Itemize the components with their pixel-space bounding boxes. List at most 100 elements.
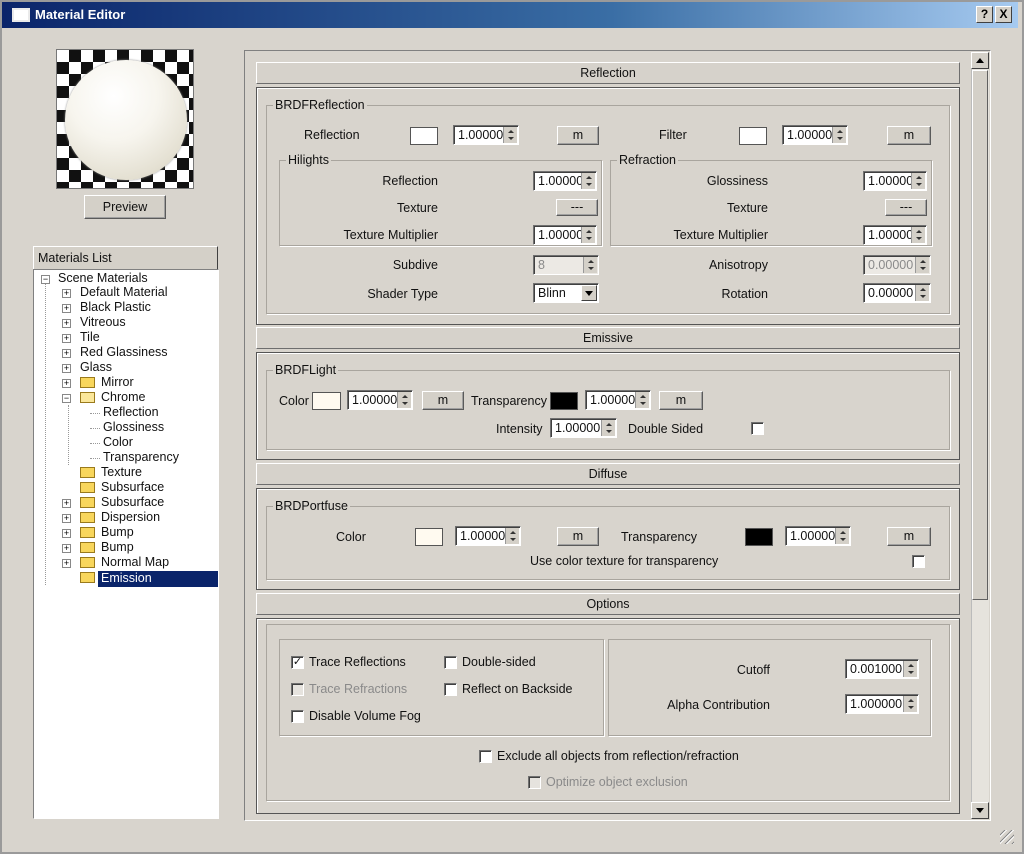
- emissive-section-header[interactable]: Emissive: [256, 327, 960, 349]
- tree-item-texture[interactable]: Texture: [101, 465, 142, 480]
- subdivs-spinner[interactable]: 8: [533, 255, 599, 275]
- diffuse-color-swatch[interactable]: [415, 528, 443, 546]
- tree-item-red-glassiness[interactable]: Red Glassiness: [80, 345, 168, 360]
- use-color-texture-checkbox[interactable]: [912, 555, 925, 568]
- double-sided-checkbox[interactable]: [751, 422, 764, 435]
- hilights-reflection-spinner[interactable]: 1.00000: [533, 171, 597, 191]
- expand-icon[interactable]: +: [62, 364, 71, 373]
- intensity-label: Intensity: [496, 422, 543, 436]
- reflection-section-header[interactable]: Reflection: [256, 62, 960, 84]
- hilights-texture-button[interactable]: ---: [556, 199, 598, 216]
- diffuse-transparency-map-button[interactable]: m: [887, 527, 931, 546]
- expand-icon[interactable]: +: [62, 349, 71, 358]
- reflection-amount-spinner[interactable]: 1.00000: [453, 125, 519, 145]
- diffuse-transparency-label: Transparency: [621, 530, 697, 544]
- diffuse-color-map-button[interactable]: m: [557, 527, 599, 546]
- exclude-objects-checkbox[interactable]: [479, 750, 492, 763]
- expand-icon[interactable]: +: [62, 559, 71, 568]
- expand-icon[interactable]: +: [62, 379, 71, 388]
- tree-item-black-plastic[interactable]: Black Plastic: [80, 300, 151, 315]
- emissive-color-swatch[interactable]: [312, 392, 341, 410]
- diffuse-section-header[interactable]: Diffuse: [256, 463, 960, 485]
- intensity-spinner[interactable]: 1.00000: [550, 418, 617, 438]
- chevron-down-icon[interactable]: [581, 285, 597, 301]
- diffuse-transparency-spinner[interactable]: 1.00000: [785, 526, 851, 546]
- tree-item-tile[interactable]: Tile: [80, 330, 100, 345]
- alpha-contribution-spinner[interactable]: 1.000000: [845, 694, 919, 714]
- refraction-multiplier-spinner[interactable]: 1.00000: [863, 225, 927, 245]
- diffuse-transparency-swatch[interactable]: [745, 528, 773, 546]
- resize-grip-icon[interactable]: [1000, 830, 1014, 844]
- rotation-spinner[interactable]: 0.00000: [863, 283, 931, 303]
- help-button[interactable]: ?: [976, 6, 993, 23]
- refraction-multiplier-label: Texture Multiplier: [673, 228, 768, 242]
- expand-icon[interactable]: +: [62, 289, 71, 298]
- tree-item-emission-selected[interactable]: Emission: [98, 571, 218, 587]
- optimize-exclusion-label: Optimize object exclusion: [546, 775, 688, 789]
- folder-icon: [80, 497, 95, 508]
- tree-item-subsurface[interactable]: Subsurface: [101, 480, 164, 495]
- tree-item-default-material[interactable]: Default Material: [80, 285, 168, 300]
- tree-item-transparency[interactable]: Transparency: [103, 450, 179, 465]
- filter-amount-spinner[interactable]: 1.00000: [782, 125, 848, 145]
- tree-item-bump[interactable]: Bump: [101, 525, 134, 540]
- tree-item-mirror[interactable]: Mirror: [101, 375, 134, 390]
- reflect-backside-label: Reflect on Backside: [462, 682, 573, 696]
- emissive-transparency-spinner[interactable]: 1.00000: [585, 390, 651, 410]
- close-button[interactable]: X: [995, 6, 1012, 23]
- preview-button[interactable]: Preview: [84, 195, 166, 219]
- reflect-backside-checkbox[interactable]: [444, 683, 457, 696]
- emissive-transparency-swatch[interactable]: [550, 392, 578, 410]
- scroll-thumb[interactable]: [972, 70, 988, 600]
- filter-color-swatch[interactable]: [739, 127, 767, 145]
- expand-icon[interactable]: +: [62, 304, 71, 313]
- tree-item-normal-map[interactable]: Normal Map: [101, 555, 169, 570]
- expand-icon[interactable]: +: [62, 514, 71, 523]
- trace-refractions-checkbox[interactable]: [291, 683, 304, 696]
- expand-icon[interactable]: +: [62, 334, 71, 343]
- diffuse-color-spinner[interactable]: 1.00000: [455, 526, 521, 546]
- collapse-icon[interactable]: −: [62, 394, 71, 403]
- options-section-header[interactable]: Options: [256, 593, 960, 615]
- tree-item-glossiness[interactable]: Glossiness: [103, 420, 164, 435]
- tree-item-bump-2[interactable]: Bump: [101, 540, 134, 555]
- emissive-color-map-button[interactable]: m: [422, 391, 464, 410]
- tree-item-vitreous[interactable]: Vitreous: [80, 315, 126, 330]
- expand-icon[interactable]: +: [62, 544, 71, 553]
- emissive-transparency-label: Transparency: [471, 394, 547, 408]
- tree-item-chrome[interactable]: Chrome: [101, 390, 145, 405]
- glossiness-spinner[interactable]: 1.00000: [863, 171, 927, 191]
- folder-icon: [80, 557, 95, 568]
- shader-type-dropdown[interactable]: Blinn: [533, 283, 599, 303]
- expand-icon[interactable]: +: [62, 319, 71, 328]
- emissive-color-spinner[interactable]: 1.00000: [347, 390, 413, 410]
- reflection-color-swatch[interactable]: [410, 127, 438, 145]
- scroll-up-arrow-icon[interactable]: [971, 52, 989, 69]
- emissive-transparency-map-button[interactable]: m: [659, 391, 703, 410]
- filter-map-button[interactable]: m: [887, 126, 931, 145]
- double-sided-option-checkbox[interactable]: [444, 656, 457, 669]
- anisotropy-spinner[interactable]: 0.00000: [863, 255, 931, 275]
- tree-item-reflection[interactable]: Reflection: [103, 405, 159, 420]
- hilights-multiplier-label: Texture Multiplier: [343, 228, 438, 242]
- disable-volume-fog-checkbox[interactable]: [291, 710, 304, 723]
- tree-item-dispersion[interactable]: Dispersion: [101, 510, 160, 525]
- cutoff-spinner[interactable]: 0.001000: [845, 659, 919, 679]
- scroll-down-arrow-icon[interactable]: [971, 802, 989, 819]
- hilights-texture-label: Texture: [397, 201, 438, 215]
- tree-item-glass[interactable]: Glass: [80, 360, 112, 375]
- collapse-icon[interactable]: −: [41, 275, 50, 284]
- expand-icon[interactable]: +: [62, 499, 71, 508]
- optimize-exclusion-checkbox[interactable]: [528, 776, 541, 789]
- hilights-multiplier-spinner[interactable]: 1.00000: [533, 225, 597, 245]
- exclude-objects-label: Exclude all objects from reflection/refr…: [497, 749, 739, 763]
- reflection-map-button[interactable]: m: [557, 126, 599, 145]
- trace-reflections-checkbox[interactable]: ✓: [291, 656, 304, 669]
- refraction-texture-button[interactable]: ---: [885, 199, 927, 216]
- tree-item-subsurface-2[interactable]: Subsurface: [101, 495, 164, 510]
- hilights-reflection-label: Reflection: [382, 174, 438, 188]
- tree-item-color[interactable]: Color: [103, 435, 133, 450]
- expand-icon[interactable]: +: [62, 529, 71, 538]
- tree-root[interactable]: Scene Materials: [58, 271, 148, 286]
- diffuse-color-label: Color: [336, 530, 366, 544]
